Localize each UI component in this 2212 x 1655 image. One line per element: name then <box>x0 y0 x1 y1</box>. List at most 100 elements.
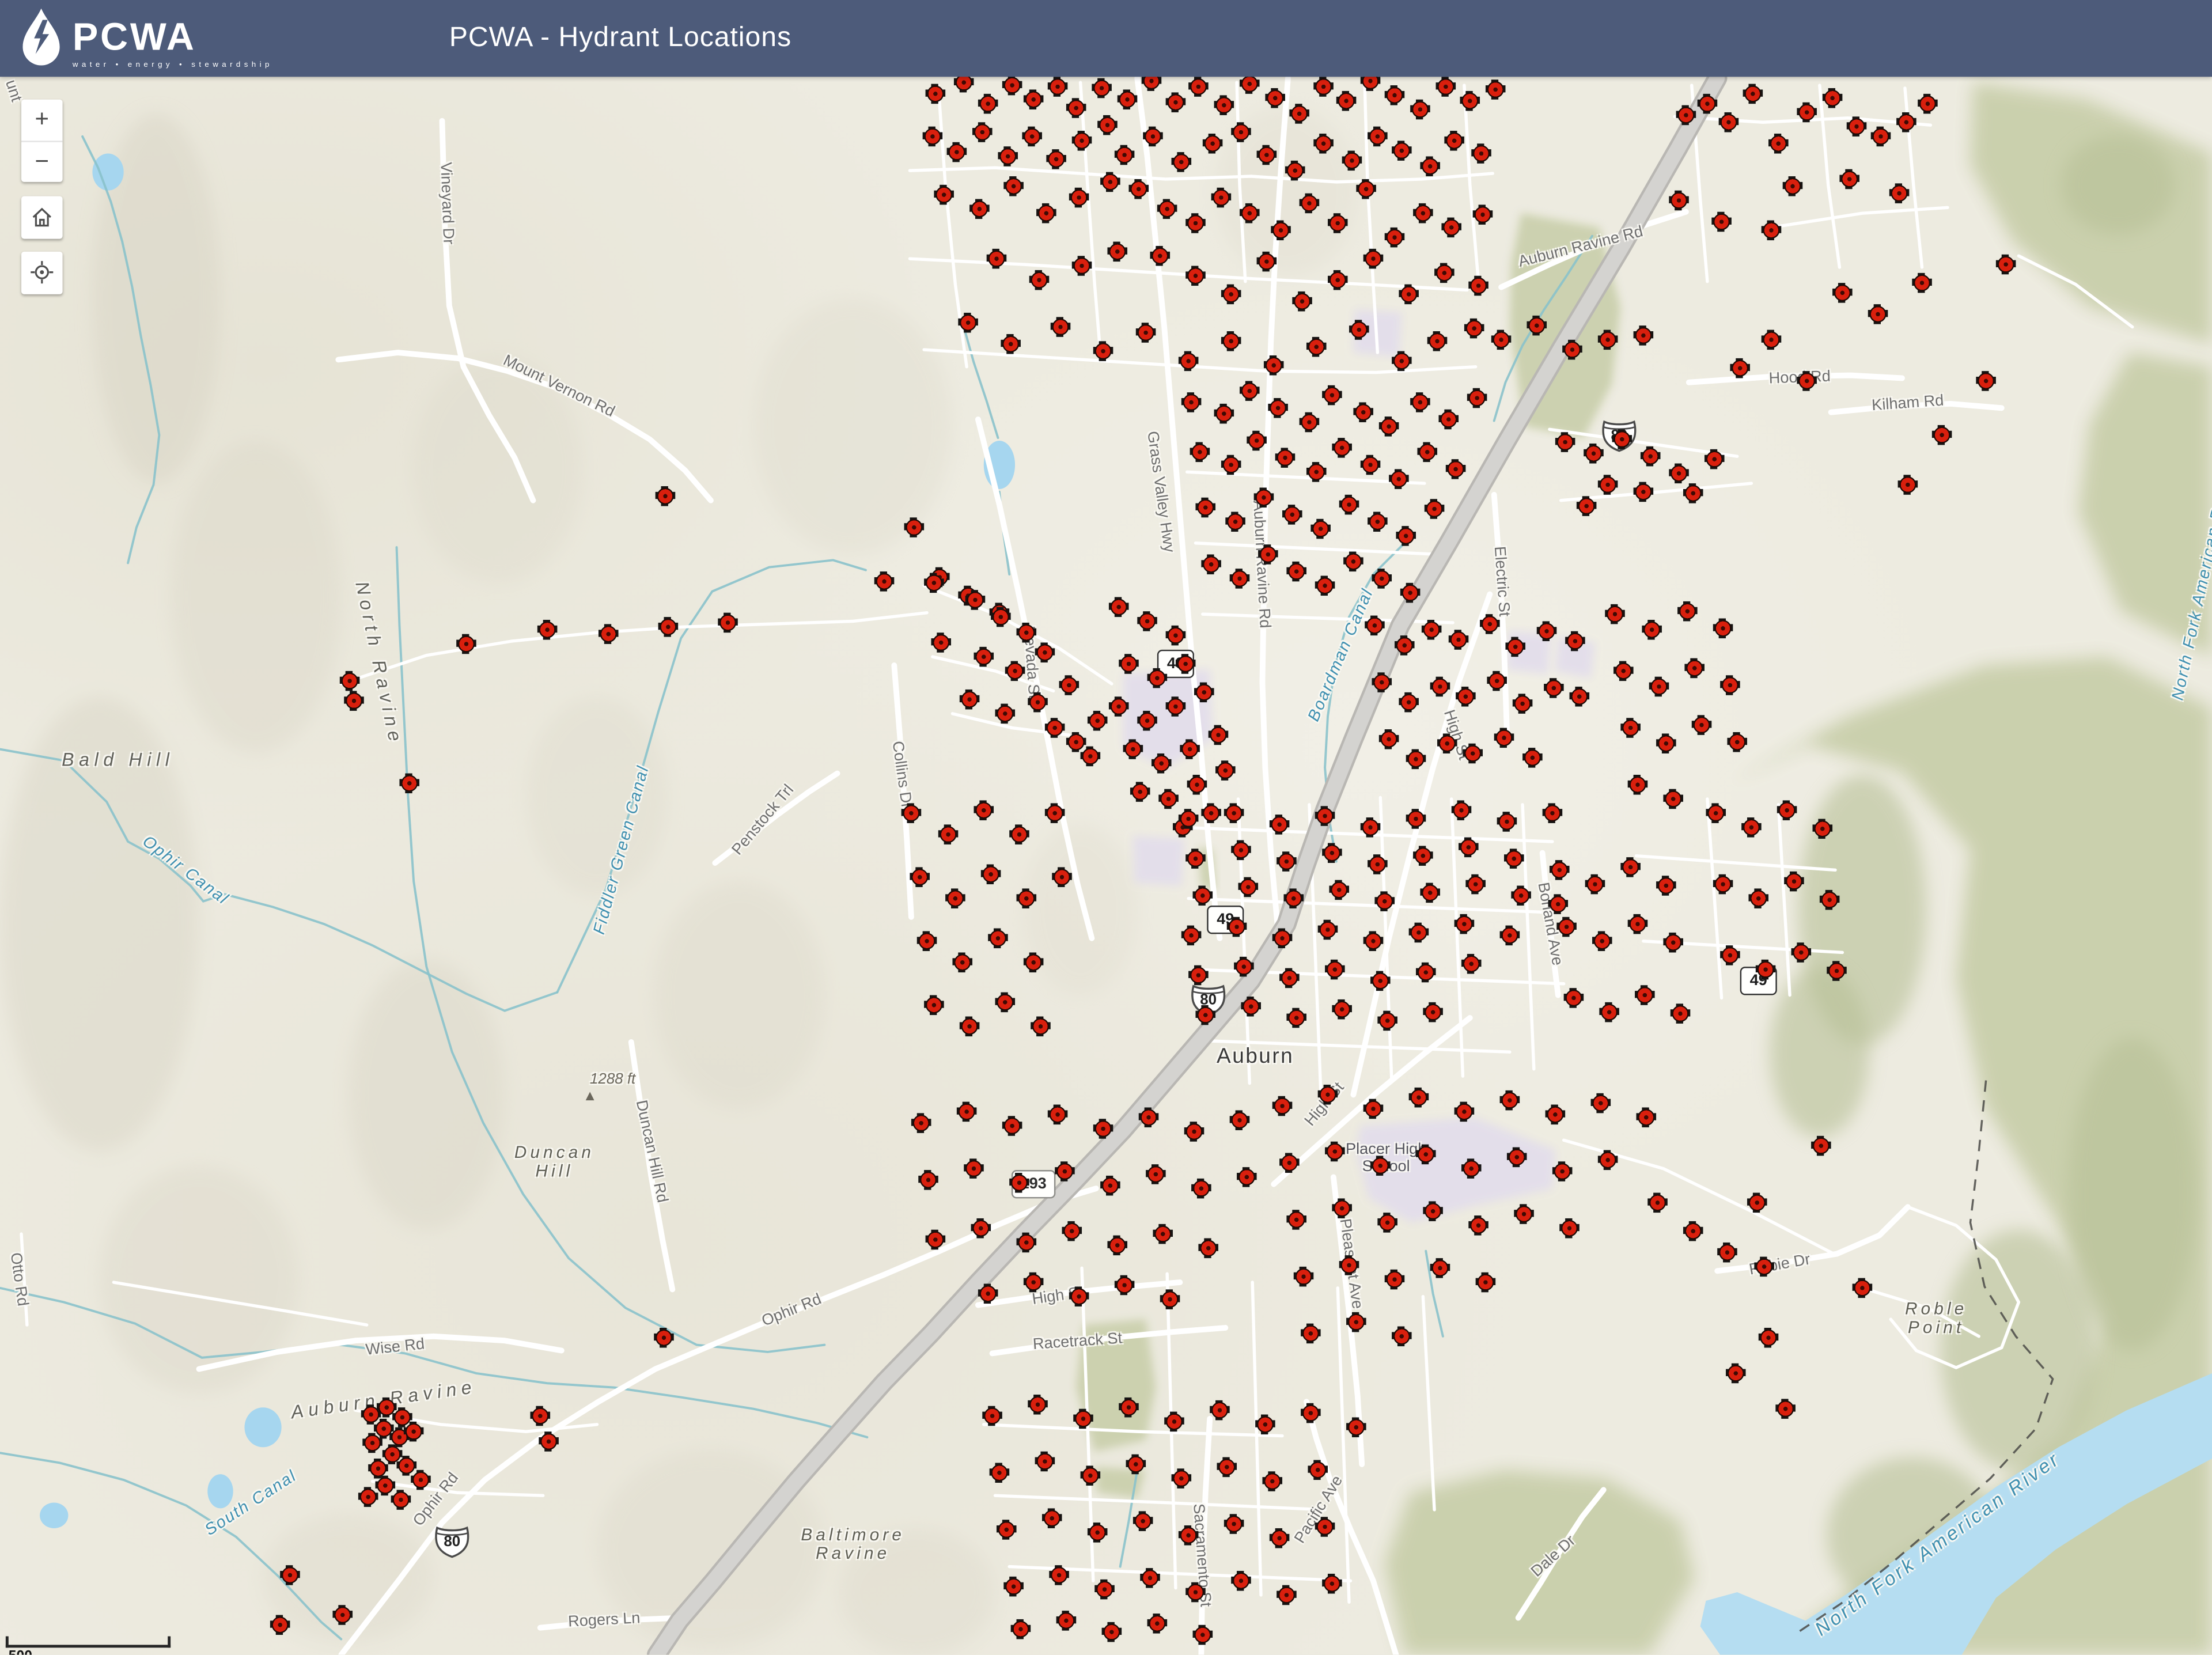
hydrant-marker[interactable] <box>1332 438 1352 458</box>
hydrant-marker[interactable] <box>1552 1161 1573 1181</box>
hydrant-marker[interactable] <box>1396 526 1416 546</box>
hydrant-marker[interactable] <box>1461 954 1482 974</box>
hydrant-marker[interactable] <box>1637 1107 1657 1127</box>
hydrant-marker[interactable] <box>1286 1008 1306 1028</box>
hydrant-marker[interactable] <box>1147 668 1168 688</box>
hydrant-marker[interactable] <box>1363 931 1384 951</box>
hydrant-marker[interactable] <box>1713 619 1733 639</box>
hydrant-marker[interactable] <box>1620 857 1641 877</box>
hydrant-marker[interactable] <box>1487 671 1507 691</box>
hydrant-marker[interactable] <box>1294 1267 1314 1287</box>
hydrant-marker[interactable] <box>1001 334 1021 354</box>
hydrant-marker[interactable] <box>1565 631 1585 652</box>
hydrant-marker[interactable] <box>1230 569 1250 589</box>
hydrant-marker[interactable] <box>952 952 972 972</box>
hydrant-marker[interactable] <box>1379 729 1399 749</box>
hydrant-marker[interactable] <box>1271 221 1291 241</box>
hydrant-marker[interactable] <box>1683 1221 1703 1241</box>
hydrant-marker[interactable] <box>1416 1145 1436 1165</box>
hydrant-marker[interactable] <box>1494 728 1514 748</box>
hydrant-marker[interactable] <box>1056 1611 1077 1631</box>
hydrant-marker[interactable] <box>1024 89 1044 109</box>
hydrant-marker[interactable] <box>1996 255 2016 275</box>
hydrant-marker[interactable] <box>1446 459 1466 479</box>
map-canvas[interactable]: untVineyard DrMount Vernon RdNorth Ravin… <box>0 0 2212 1655</box>
hydrant-marker[interactable] <box>456 634 476 654</box>
hydrant-marker[interactable] <box>1556 917 1577 937</box>
hydrant-marker[interactable] <box>1406 809 1426 829</box>
hydrant-marker[interactable] <box>1215 760 1236 781</box>
hydrant-marker[interactable] <box>1400 583 1421 603</box>
hydrant-marker[interactable] <box>926 1230 946 1250</box>
hydrant-marker[interactable] <box>1003 1577 1024 1597</box>
hydrant-marker[interactable] <box>1231 1571 1251 1591</box>
hydrant-marker[interactable] <box>1209 725 1229 745</box>
hydrant-marker[interactable] <box>1017 888 1037 908</box>
hydrant-marker[interactable] <box>1368 512 1388 532</box>
hydrant-marker[interactable] <box>1392 1327 1412 1347</box>
hydrant-marker[interactable] <box>1410 392 1430 412</box>
hydrant-marker[interactable] <box>1522 748 1543 768</box>
hydrant-marker[interactable] <box>1081 1465 1101 1486</box>
hydrant-marker[interactable] <box>1140 1568 1160 1588</box>
zoom-in-button[interactable]: + <box>21 100 63 140</box>
hydrant-marker[interactable] <box>1889 183 1910 203</box>
hydrant-marker[interactable] <box>1221 455 1241 475</box>
hydrant-marker[interactable] <box>1444 131 1464 151</box>
hydrant-marker[interactable] <box>1361 817 1381 838</box>
hydrant-marker[interactable] <box>1166 92 1186 112</box>
hydrant-marker[interactable] <box>1137 611 1157 631</box>
hydrant-marker[interactable] <box>1379 416 1399 437</box>
hydrant-marker[interactable] <box>1221 331 1241 351</box>
hydrant-marker[interactable] <box>1544 678 1564 698</box>
hydrant-marker[interactable] <box>1306 337 1327 357</box>
hydrant-marker[interactable] <box>1073 1409 1093 1429</box>
hydrant-marker[interactable] <box>1656 733 1676 753</box>
hydrant-marker[interactable] <box>1417 442 1437 463</box>
hydrant-marker[interactable] <box>1504 849 1524 869</box>
hydrant-marker[interactable] <box>1514 1204 1534 1224</box>
hydrant-marker[interactable] <box>1198 1239 1218 1259</box>
hydrant-marker[interactable] <box>1684 658 1705 679</box>
hydrant-marker[interactable] <box>1257 252 1277 272</box>
hydrant-marker[interactable] <box>1277 851 1297 872</box>
hydrant-marker[interactable] <box>995 704 1016 724</box>
hydrant-marker[interactable] <box>1698 94 1718 114</box>
hydrant-marker[interactable] <box>1476 1273 1496 1293</box>
hydrant-marker[interactable] <box>1349 320 1369 340</box>
hydrant-marker[interactable] <box>1102 1622 1122 1642</box>
hydrant-marker[interactable] <box>960 690 980 710</box>
hydrant-marker[interactable] <box>1823 88 1843 108</box>
hydrant-marker[interactable] <box>1471 143 1491 164</box>
hydrant-marker[interactable] <box>1361 455 1381 475</box>
hydrant-marker[interactable] <box>1392 351 1412 372</box>
hydrant-marker[interactable] <box>960 1017 980 1037</box>
hydrant-marker[interactable] <box>1093 341 1113 361</box>
hydrant-marker[interactable] <box>923 127 943 147</box>
hydrant-marker[interactable] <box>1279 968 1300 989</box>
hydrant-marker[interactable] <box>1257 145 1277 165</box>
hydrant-marker[interactable] <box>1754 1257 1774 1277</box>
hydrant-marker[interactable] <box>1176 654 1196 674</box>
hydrant-marker[interactable] <box>1811 1136 1831 1156</box>
hydrant-marker[interactable] <box>1434 263 1455 283</box>
hydrant-marker[interactable] <box>1143 127 1163 147</box>
hydrant-marker[interactable] <box>1372 672 1392 692</box>
hydrant-marker[interactable] <box>280 1565 300 1585</box>
hydrant-marker[interactable] <box>1005 661 1025 681</box>
hydrant-marker[interactable] <box>1791 942 1812 963</box>
hydrant-marker[interactable] <box>1727 732 1747 752</box>
hydrant-marker[interactable] <box>1152 753 1172 774</box>
hydrant-marker[interactable] <box>1231 122 1251 142</box>
hydrant-marker[interactable] <box>1234 957 1254 977</box>
hydrant-marker[interactable] <box>1374 891 1395 911</box>
hydrant-marker[interactable] <box>1118 89 1138 109</box>
hydrant-marker[interactable] <box>1318 1085 1338 1105</box>
hydrant-marker[interactable] <box>411 1470 431 1490</box>
hydrant-marker[interactable] <box>1346 1417 1366 1437</box>
hydrant-marker[interactable] <box>599 624 619 644</box>
hydrant-marker[interactable] <box>1550 860 1570 880</box>
hydrant-marker[interactable] <box>981 864 1001 884</box>
hydrant-marker[interactable] <box>1423 1201 1443 1221</box>
hydrant-marker[interactable] <box>1813 819 1833 839</box>
